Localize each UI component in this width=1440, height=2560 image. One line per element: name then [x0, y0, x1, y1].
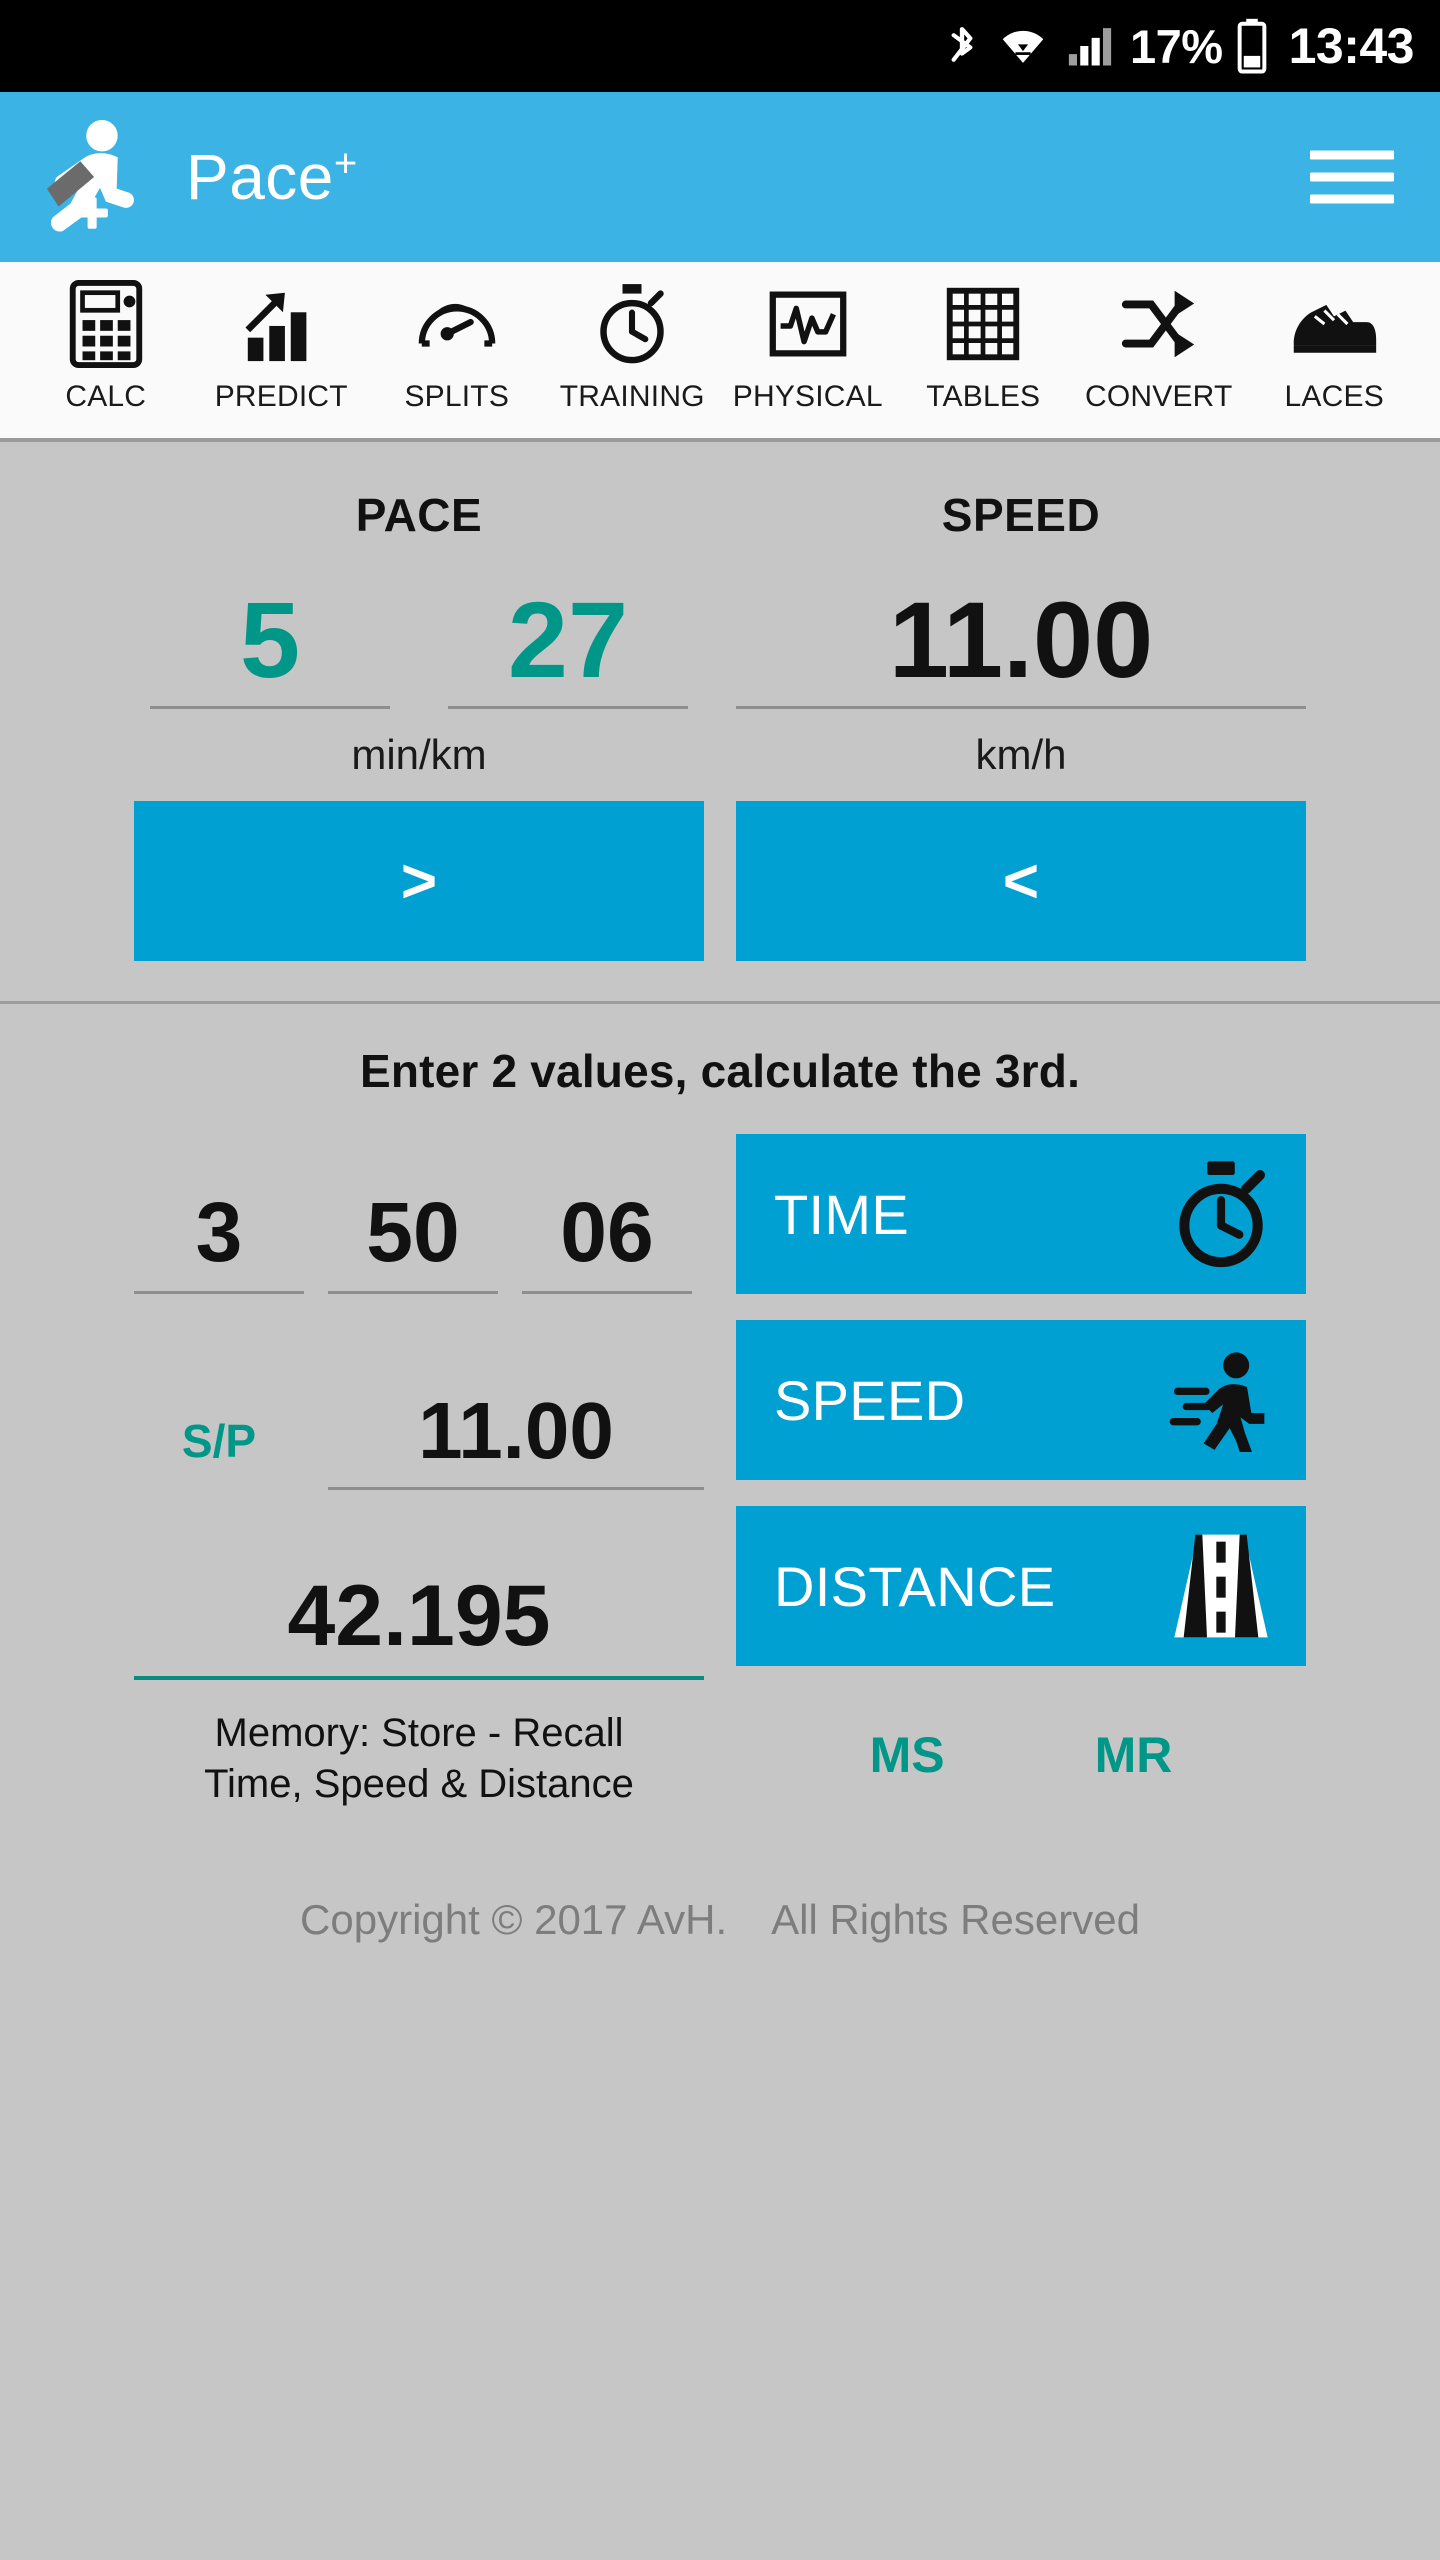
- time-input-row: 3 50 06: [134, 1134, 704, 1294]
- pace-heading: PACE: [355, 489, 483, 541]
- running-man-logo-icon: [36, 118, 164, 236]
- tab-calc[interactable]: CALC: [18, 276, 194, 414]
- speed-unit-label: km/h: [975, 731, 1067, 778]
- app-title-text: Pace: [186, 141, 334, 213]
- calculate-speed-label: SPEED: [774, 1368, 966, 1432]
- running-shoe-icon: [1288, 276, 1380, 372]
- tab-splits-label: SPLITS: [404, 380, 510, 413]
- memory-help-text: Memory: Store - Recall Time, Speed & Dis…: [134, 1708, 704, 1810]
- tab-splits[interactable]: SPLITS: [369, 276, 545, 414]
- road-icon: [1166, 1530, 1276, 1642]
- bluetooth-icon: [942, 19, 982, 73]
- speed-pace-mode-toggle[interactable]: S/P: [134, 1414, 304, 1490]
- footer-copyright: Copyright © 2017 AvH. All Rights Reserved: [0, 1896, 1440, 1944]
- battery-percent-label: 17%: [1130, 19, 1223, 73]
- tab-calc-label: CALC: [65, 380, 147, 413]
- hamburger-menu-icon[interactable]: [1310, 150, 1394, 204]
- time-minutes-input[interactable]: 50: [328, 1184, 498, 1294]
- tab-physical-label: PHYSICAL: [732, 380, 883, 413]
- app-title: Pace+: [186, 140, 358, 214]
- copyright-text: Copyright © 2017 AvH.: [300, 1896, 728, 1944]
- tab-convert[interactable]: CONVERT: [1071, 276, 1247, 414]
- speed-heading: SPEED: [941, 489, 1101, 541]
- rights-text: All Rights Reserved: [771, 1896, 1140, 1944]
- tab-physical[interactable]: PHYSICAL: [720, 276, 896, 414]
- tab-strip: CALC PREDICT SPLITS TRAINING PHYSICAL TA…: [0, 262, 1440, 442]
- calculator-hint: Enter 2 values, calculate the 3rd.: [359, 1045, 1081, 1097]
- memory-recall-button[interactable]: MR: [1095, 1726, 1173, 1784]
- bar-chart-arrow-icon: [240, 276, 322, 372]
- pace-unit-label: min/km: [351, 731, 487, 778]
- speed-value-input[interactable]: 11.00: [736, 586, 1306, 709]
- tab-predict-label: PREDICT: [214, 380, 348, 413]
- calculator-speed-input[interactable]: 11.00: [328, 1385, 704, 1490]
- calculator-icon: [68, 276, 144, 372]
- pace-seconds-input[interactable]: 27: [448, 586, 688, 709]
- cellular-signal-icon: [1064, 19, 1116, 73]
- calculator-inputs-column: 3 50 06 S/P 11.00 42.195 Memory: Store -…: [134, 1134, 704, 1810]
- battery-icon: [1237, 18, 1267, 74]
- tab-training[interactable]: TRAINING: [545, 276, 721, 414]
- tab-tables-label: TABLES: [926, 380, 1041, 413]
- time-seconds-input[interactable]: 06: [522, 1184, 692, 1294]
- calculator-actions-column: TIME SPEED DISTANCE MS MR: [736, 1134, 1306, 1810]
- calculate-time-label: TIME: [774, 1182, 909, 1246]
- pace-to-speed-button[interactable]: >: [134, 801, 704, 961]
- tsd-calculator-panel: Enter 2 values, calculate the 3rd. 3 50 …: [0, 1004, 1440, 1944]
- app-bar: Pace+: [0, 92, 1440, 262]
- pace-minutes-input[interactable]: 5: [150, 586, 390, 709]
- speedometer-icon: [414, 276, 500, 372]
- calculate-distance-button[interactable]: DISTANCE: [736, 1506, 1306, 1666]
- tab-convert-label: CONVERT: [1084, 380, 1233, 413]
- wifi-icon: [996, 19, 1050, 73]
- memory-help-line-1: Memory: Store - Recall: [214, 1711, 624, 1755]
- shuffle-arrows-icon: [1116, 276, 1202, 372]
- app-title-superscript: +: [333, 141, 358, 186]
- pace-block: PACE 5 27 min/km >: [134, 488, 704, 961]
- calculate-distance-label: DISTANCE: [774, 1554, 1056, 1618]
- tab-training-label: TRAINING: [559, 380, 705, 413]
- grid-table-icon: [943, 276, 1023, 372]
- tab-tables[interactable]: TABLES: [896, 276, 1072, 414]
- tab-laces[interactable]: LACES: [1247, 276, 1423, 414]
- pace-speed-converter-panel: PACE 5 27 min/km > SPEED 11.00 km/h <: [0, 442, 1440, 1004]
- running-man-icon: [1166, 1348, 1276, 1452]
- stopwatch-icon: [1166, 1159, 1276, 1269]
- distance-input-row: 42.195: [134, 1530, 704, 1680]
- heartbeat-monitor-icon: [766, 276, 850, 372]
- tab-laces-label: LACES: [1284, 380, 1384, 413]
- calculate-speed-button[interactable]: SPEED: [736, 1320, 1306, 1480]
- status-bar: 17% 13:43: [0, 0, 1440, 92]
- speed-input-row: S/P 11.00: [134, 1330, 704, 1490]
- speed-block: SPEED 11.00 km/h <: [736, 488, 1306, 961]
- calculate-time-button[interactable]: TIME: [736, 1134, 1306, 1294]
- memory-buttons: MS MR: [736, 1726, 1306, 1784]
- tab-predict[interactable]: PREDICT: [194, 276, 370, 414]
- memory-help-line-2: Time, Speed & Distance: [204, 1762, 634, 1807]
- speed-to-pace-button[interactable]: <: [736, 801, 1306, 961]
- calculator-distance-input[interactable]: 42.195: [134, 1567, 704, 1680]
- memory-store-button[interactable]: MS: [870, 1726, 945, 1784]
- time-hours-input[interactable]: 3: [134, 1184, 304, 1294]
- stopwatch-icon: [594, 276, 670, 372]
- clock-label: 13:43: [1288, 18, 1415, 74]
